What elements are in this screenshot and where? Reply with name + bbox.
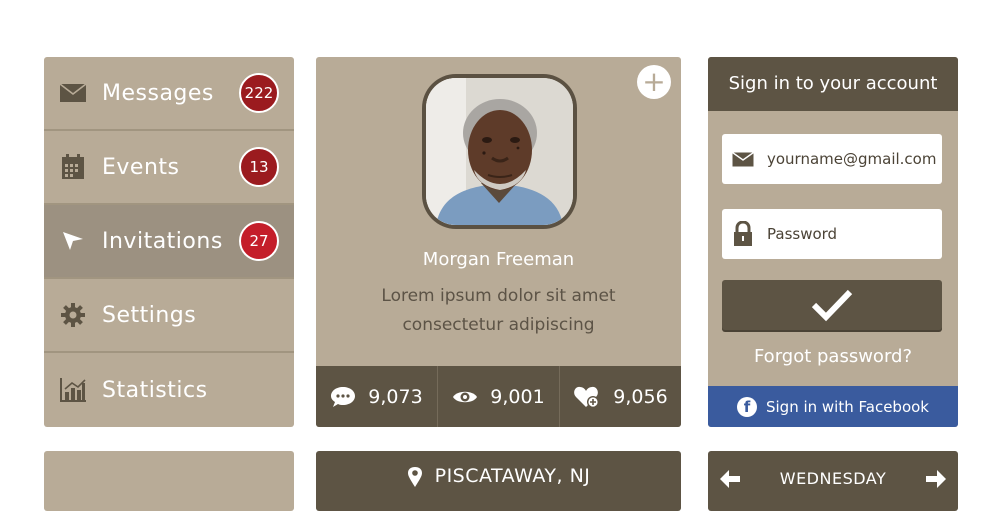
gear-icon	[58, 300, 88, 330]
profile-bio: Lorem ipsum dolor sit amet consectetur a…	[356, 282, 641, 340]
arrow-right-icon[interactable]	[924, 467, 948, 491]
paper-plane-icon	[58, 226, 88, 256]
envelope-icon	[731, 151, 755, 167]
menu-item-invitations[interactable]: Invitations 27	[44, 205, 294, 279]
day-selector: WEDNESDAY	[708, 451, 958, 511]
eye-icon	[453, 391, 478, 402]
submit-button[interactable]	[722, 280, 942, 330]
profile-bio-line: consectetur adipiscing	[402, 315, 595, 335]
email-field[interactable]	[722, 134, 942, 184]
views-stat[interactable]: 9,001	[438, 366, 560, 427]
menu-item-label: Invitations	[102, 228, 223, 254]
menu-item-messages[interactable]: Messages 222	[44, 57, 294, 131]
menu-item-label: Events	[102, 154, 180, 180]
profile-name: Morgan Freeman	[422, 249, 575, 270]
heart-add-icon	[574, 386, 600, 408]
avatar	[422, 74, 577, 229]
menu-item-label: Settings	[102, 302, 197, 328]
sidebar-menu: Messages 222 Events 13 Invitations 27 Se…	[44, 57, 294, 427]
lock-icon	[731, 221, 755, 247]
likes-stat[interactable]: 9,056	[560, 366, 681, 427]
signin-title: Sign in to your account	[708, 57, 958, 111]
facebook-signin-label: Sign in with Facebook	[765, 397, 929, 416]
location-label: PISCATAWAY, NJ	[434, 465, 591, 487]
facebook-icon: f	[736, 396, 757, 417]
map-pin-icon	[407, 467, 422, 487]
signin-panel: Sign in to your account Forgot password?…	[708, 57, 958, 427]
menu-item-label: Statistics	[102, 377, 208, 403]
location-bar: PISCATAWAY, NJ	[316, 451, 681, 511]
password-field[interactable]	[722, 209, 942, 259]
envelope-icon	[58, 78, 88, 108]
profile-bio-line: Lorem ipsum dolor sit amet	[381, 286, 616, 306]
facebook-signin-button[interactable]: f Sign in with Facebook	[708, 386, 958, 427]
menu-item-label: Messages	[102, 80, 214, 106]
invitations-count-badge: 27	[239, 221, 279, 261]
email-input[interactable]	[767, 150, 937, 168]
profile-photo	[426, 78, 573, 225]
calendar-icon	[58, 152, 88, 182]
views-count: 9,001	[490, 385, 545, 408]
password-input[interactable]	[767, 225, 937, 243]
comments-count: 9,073	[368, 385, 423, 408]
profile-card: + Morgan Freeman Lorem ipsum dolor sit a…	[316, 57, 681, 427]
comment-icon	[331, 386, 356, 407]
profile-stats-bar: 9,073 9,001 9,056	[316, 366, 681, 427]
bar-chart-icon	[58, 375, 88, 405]
checkmark-icon	[811, 289, 853, 322]
likes-count: 9,056	[613, 385, 668, 408]
comments-stat[interactable]: 9,073	[316, 366, 438, 427]
add-button[interactable]: +	[637, 65, 671, 99]
menu-item-statistics[interactable]: Statistics	[44, 353, 294, 427]
bottom-left-panel	[44, 451, 294, 511]
menu-item-settings[interactable]: Settings	[44, 279, 294, 353]
forgot-password-link[interactable]: Forgot password?	[708, 346, 958, 367]
day-label: WEDNESDAY	[779, 469, 887, 488]
menu-item-events[interactable]: Events 13	[44, 131, 294, 205]
events-count-badge: 13	[239, 147, 279, 187]
messages-count-badge: 222	[239, 73, 279, 113]
